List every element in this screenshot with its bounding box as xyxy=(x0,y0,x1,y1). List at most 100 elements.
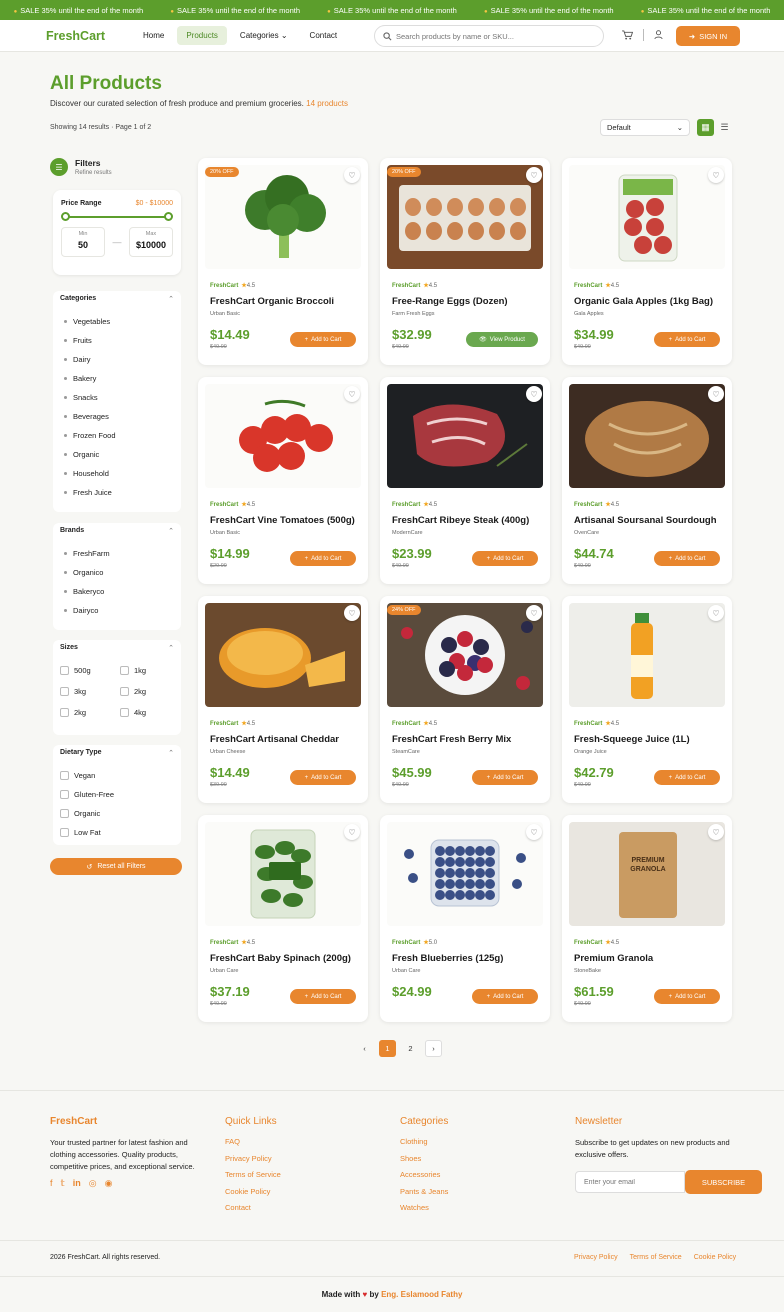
category-filter-item[interactable]: Frozen Food xyxy=(60,431,174,450)
product-card[interactable]: ♡ FreshCart ★4.5 Artisanal Soursanal Sourdo… xyxy=(562,377,732,584)
product-card[interactable]: ♡ FreshCart ★5.0 Fresh Blueberries (125g) Ur… xyxy=(380,815,550,1022)
footer-link[interactable]: Contact xyxy=(225,1203,281,1220)
footer-link[interactable]: Accessories xyxy=(400,1170,448,1187)
checkbox[interactable] xyxy=(60,809,69,818)
category-filter-item[interactable]: Fresh Juice xyxy=(60,488,174,507)
product-image[interactable] xyxy=(569,603,725,707)
product-card[interactable]: 20% OFF ♡ FreshCart ★4.5 FreshCart Organic B… xyxy=(198,158,368,365)
checkbox[interactable] xyxy=(60,666,69,675)
add-to-cart-button[interactable]: + Add to Cart xyxy=(654,551,720,566)
dietary-filter-option[interactable]: Gluten-Free xyxy=(60,790,174,809)
brands-filter-header[interactable]: Brands ⌃ xyxy=(60,523,174,549)
wishlist-button[interactable]: ♡ xyxy=(344,824,360,840)
category-filter-item[interactable]: Bakery xyxy=(60,374,174,393)
product-image[interactable] xyxy=(387,822,543,926)
dietary-filter-option[interactable]: Vegan xyxy=(60,771,174,790)
brand-filter-item[interactable]: Dairyco xyxy=(60,606,174,625)
product-card[interactable]: ♡ FreshCart ★4.5 Fresh-Squeege Juice (1L) Or… xyxy=(562,596,732,803)
checkbox[interactable] xyxy=(60,790,69,799)
product-name[interactable]: FreshCart Ribeye Steak (400g) xyxy=(392,515,529,526)
sizes-filter-header[interactable]: Sizes ⌃ xyxy=(60,640,174,666)
footer-link[interactable]: Pants & Jeans xyxy=(400,1187,448,1204)
product-image[interactable] xyxy=(387,384,543,488)
wishlist-button[interactable]: ♡ xyxy=(526,824,542,840)
add-to-cart-button[interactable]: + Add to Cart xyxy=(472,770,538,785)
brand-filter-item[interactable]: FreshFarm xyxy=(60,549,174,568)
product-image[interactable] xyxy=(205,384,361,488)
checkbox[interactable] xyxy=(120,687,129,696)
footer-legal-link[interactable]: Privacy Policy xyxy=(574,1254,618,1261)
add-to-cart-button[interactable]: + Add to Cart xyxy=(290,332,356,347)
dietary-filter-option[interactable]: Organic xyxy=(60,809,174,828)
nav-products[interactable]: Products xyxy=(177,26,227,45)
product-name[interactable]: FreshCart Organic Broccoli xyxy=(210,296,334,307)
product-image[interactable] xyxy=(387,603,543,707)
product-name[interactable]: FreshCart Artisanal Cheddar xyxy=(210,734,339,745)
max-price-field[interactable]: Max $10000 xyxy=(129,227,173,257)
instagram-icon[interactable]: ◎ xyxy=(89,1178,97,1189)
category-filter-item[interactable]: Dairy xyxy=(60,355,174,374)
footer-link[interactable]: Shoes xyxy=(400,1154,448,1171)
price-slider[interactable] xyxy=(61,211,173,223)
product-image[interactable] xyxy=(205,603,361,707)
search-input[interactable] xyxy=(396,31,603,41)
github-icon[interactable]: ◉ xyxy=(105,1178,113,1189)
product-image[interactable] xyxy=(387,165,543,269)
search-bar[interactable] xyxy=(374,25,604,47)
wishlist-button[interactable]: ♡ xyxy=(526,167,542,183)
subscribe-button[interactable]: SUBSCRIBE xyxy=(685,1170,762,1194)
twitter-icon[interactable]: 𝕥 xyxy=(61,1178,65,1189)
add-to-cart-button[interactable]: + Add to Cart xyxy=(290,989,356,1004)
size-filter-option[interactable]: 4kg xyxy=(120,708,180,729)
checkbox[interactable] xyxy=(120,666,129,675)
checkbox[interactable] xyxy=(60,708,69,717)
newsletter-email-input[interactable] xyxy=(575,1171,685,1193)
dietary-filter-option[interactable]: Low Fat xyxy=(60,828,174,847)
product-image[interactable] xyxy=(205,822,361,926)
checkbox[interactable] xyxy=(60,771,69,780)
wishlist-button[interactable]: ♡ xyxy=(708,386,724,402)
checkbox[interactable] xyxy=(60,828,69,837)
category-filter-item[interactable]: Organic xyxy=(60,450,174,469)
footer-link[interactable]: Terms of Service xyxy=(225,1170,281,1187)
size-filter-option[interactable]: 500g xyxy=(60,666,120,687)
product-name[interactable]: FreshCart Baby Spinach (200g) xyxy=(210,953,351,964)
add-to-cart-button[interactable]: + Add to Cart xyxy=(472,551,538,566)
prev-page-button[interactable]: ‹ xyxy=(356,1040,373,1057)
product-name[interactable]: FreshCart Vine Tomatoes (500g) xyxy=(210,515,355,526)
product-card[interactable]: 24% OFF ♡ FreshCart ★4.5 FreshCart Fresh Ber… xyxy=(380,596,550,803)
slider-min-handle[interactable] xyxy=(61,212,70,221)
facebook-icon[interactable]: f xyxy=(50,1178,53,1189)
wishlist-button[interactable]: ♡ xyxy=(526,605,542,621)
product-name[interactable]: Premium Granola xyxy=(574,953,653,964)
grid-view-button[interactable]: ▦ xyxy=(697,119,714,136)
wishlist-button[interactable]: ♡ xyxy=(708,824,724,840)
list-view-button[interactable]: ☰ xyxy=(716,119,733,136)
category-filter-item[interactable]: Beverages xyxy=(60,412,174,431)
logo[interactable]: FreshCart xyxy=(46,29,134,43)
page-2-button[interactable]: 2 xyxy=(402,1040,419,1057)
footer-link[interactable]: Watches xyxy=(400,1203,448,1220)
author-name[interactable]: Eng. Eslamood Fathy xyxy=(381,1290,462,1299)
dietary-filter-header[interactable]: Dietary Type ⌃ xyxy=(60,745,174,771)
footer-legal-link[interactable]: Cookie Policy xyxy=(694,1254,736,1261)
product-image[interactable] xyxy=(205,165,361,269)
footer-link[interactable]: Clothing xyxy=(400,1137,448,1154)
add-to-cart-button[interactable]: + Add to Cart xyxy=(472,989,538,1004)
wishlist-button[interactable]: ♡ xyxy=(344,386,360,402)
product-name[interactable]: FreshCart Fresh Berry Mix xyxy=(392,734,511,745)
category-filter-item[interactable]: Household xyxy=(60,469,174,488)
nav-categories[interactable]: Categories ⌄ xyxy=(231,26,297,45)
view-product-button[interactable]: 👁 View Product xyxy=(466,332,538,347)
product-card[interactable]: ♡ FreshCart ★4.5 Organic Gala Apples (1kg B… xyxy=(562,158,732,365)
size-filter-option[interactable]: 2kg xyxy=(120,687,180,708)
category-filter-item[interactable]: Snacks xyxy=(60,393,174,412)
size-filter-option[interactable]: 2kg xyxy=(60,708,120,729)
min-price-field[interactable]: Min 50 xyxy=(61,227,105,257)
checkbox[interactable] xyxy=(120,708,129,717)
wishlist-button[interactable]: ♡ xyxy=(344,605,360,621)
product-name[interactable]: Fresh-Squeege Juice (1L) xyxy=(574,734,690,745)
wishlist-button[interactable]: ♡ xyxy=(526,386,542,402)
footer-link[interactable]: FAQ xyxy=(225,1137,281,1154)
nav-home[interactable]: Home xyxy=(134,26,173,45)
